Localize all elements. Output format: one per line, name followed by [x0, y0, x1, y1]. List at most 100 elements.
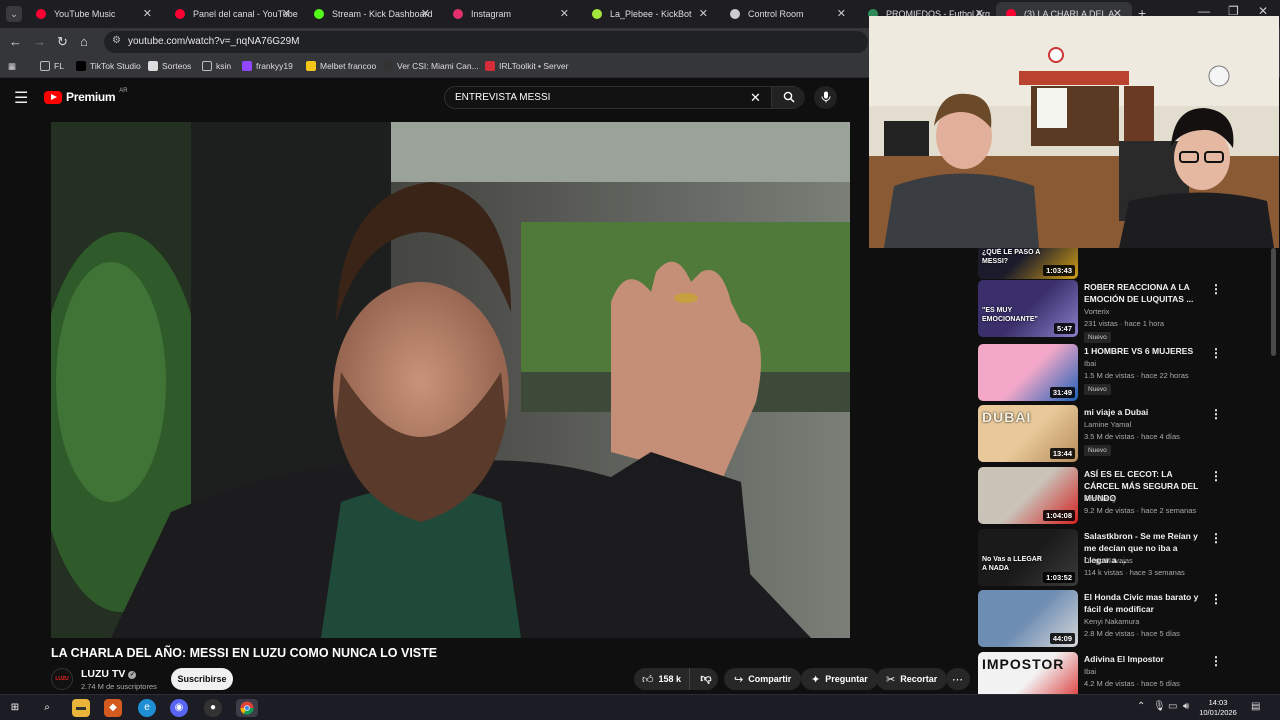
recommendation-title[interactable]: Adivina El Impostor: [1084, 653, 1202, 665]
browser-tab[interactable]: Control Room ✕: [720, 2, 856, 26]
recommendation-item[interactable]: IMPOSTOR Adivina El Impostor Ibai 4.2 M de …: [978, 652, 1268, 694]
more-actions-button[interactable]: ⋯: [946, 668, 970, 690]
recommendation-item[interactable]: No Vas a LLEGAR A NADA 1:03:52 Salastkbron…: [978, 529, 1268, 589]
video-thumbnail[interactable]: 44:09: [978, 590, 1078, 647]
menu-icon[interactable]: ☰: [14, 88, 28, 108]
recommendation-item[interactable]: 44:09 El Honda Civic mas barato y fácil d…: [978, 590, 1268, 650]
sidebar-scrollbar[interactable]: [1271, 248, 1276, 356]
site-info-icon[interactable]: ⚙: [112, 35, 121, 46]
recommendation-channel[interactable]: Ibai: [1084, 667, 1096, 676]
more-options-icon[interactable]: ⋮: [1210, 592, 1222, 606]
edge-browser-icon[interactable]: e: [138, 699, 156, 717]
back-icon[interactable]: ←: [9, 34, 22, 49]
video-thumbnail[interactable]: ¿QUÉ LE PASÓ A MESSI? 1:03:43: [978, 248, 1078, 279]
tab-close-icon[interactable]: ✕: [837, 7, 846, 20]
bookmark-item[interactable]: TikTok Studio: [76, 61, 141, 71]
recommendation-channel-name[interactable]: Ibai: [1084, 359, 1096, 368]
video-thumbnail[interactable]: "ES MUY EMOCIONANTE" 5:47: [978, 280, 1078, 337]
recommendation-item[interactable]: DUBAI 13:44 mi viaje a Dubai Lamine Yamal 3.…: [978, 405, 1268, 465]
forward-icon[interactable]: →: [33, 34, 46, 49]
clip-button[interactable]: ✂ Recortar: [876, 668, 948, 690]
recommendation-title[interactable]: mi viaje a Dubai: [1084, 406, 1202, 418]
video-thumbnail[interactable]: DUBAI 13:44: [978, 405, 1078, 462]
system-clock[interactable]: 14:03 10/01/2026: [1198, 698, 1238, 718]
more-options-icon[interactable]: ⋮: [1210, 531, 1222, 545]
bookmark-item[interactable]: ksin: [202, 61, 231, 71]
brave-browser-icon[interactable]: ◆: [104, 699, 122, 717]
recommendation-channel[interactable]: Diego Navajas: [1084, 556, 1133, 565]
search-taskbar-icon[interactable]: ⌕: [38, 699, 56, 717]
video-thumbnail[interactable]: 1:04:08: [978, 467, 1078, 524]
browser-tab[interactable]: Panel del canal - YouTube ✕: [165, 2, 301, 26]
recommendation-title[interactable]: El Honda Civic mas barato y fácil de mod…: [1084, 591, 1202, 615]
channel-name-text[interactable]: LUZU TV: [81, 668, 125, 680]
chrome-icon[interactable]: [236, 699, 258, 717]
subscribe-button[interactable]: Suscribirse: [171, 668, 233, 690]
reload-icon[interactable]: ↻: [57, 34, 68, 50]
recommendation-channel[interactable]: Ibai: [1084, 359, 1096, 368]
recommendation-channel-name[interactable]: Diego Navajas: [1084, 556, 1133, 565]
like-button[interactable]: 👍︎ 158 k: [634, 668, 690, 690]
video-thumbnail[interactable]: IMPOSTOR: [978, 652, 1078, 694]
ask-button[interactable]: ✦ Preguntar: [801, 668, 878, 690]
video-thumbnail[interactable]: No Vas a LLEGAR A NADA 1:03:52: [978, 529, 1078, 586]
search-button[interactable]: [771, 87, 805, 108]
file-explorer-icon[interactable]: ▬: [72, 699, 90, 717]
search-input[interactable]: ENTREVISTA MESSI: [455, 92, 550, 103]
recommendation-title[interactable]: ROBER REACCIONA A LA EMOCIÓN DE LUQUITAS…: [1084, 281, 1202, 305]
microphone-tray-icon[interactable]: 🎙︎: [1153, 701, 1166, 712]
browser-tab[interactable]: Stream - Kick Dashboard ✕: [304, 2, 440, 26]
bookmark-item[interactable]: FL: [40, 61, 64, 71]
recommendation-item[interactable]: 31:49 1 HOMBRE VS 6 MUJERES Ibai 1.5 M de v…: [978, 344, 1268, 404]
browser-tab[interactable]: Instagram ✕: [443, 2, 579, 26]
recommendation-channel[interactable]: Vorterix: [1084, 307, 1109, 316]
windows-start-icon[interactable]: ⊞: [6, 699, 24, 717]
apps-icon[interactable]: ▦: [8, 61, 16, 72]
search-box[interactable]: ENTREVISTA MESSI ✕: [444, 86, 805, 109]
youtube-logo[interactable]: Premium AR: [44, 88, 128, 104]
discord-icon[interactable]: ◉: [170, 699, 188, 717]
channel-avatar[interactable]: LUZU TV: [51, 668, 73, 702]
obs-icon[interactable]: ●: [204, 699, 222, 717]
browser-tab[interactable]: La_Plebee - KickBot ✕: [582, 2, 718, 26]
tray-chevron-icon[interactable]: ⌃: [1137, 701, 1145, 712]
more-options-icon[interactable]: ⋮: [1210, 407, 1222, 421]
recommendation-channel-name[interactable]: Lamine Yamal: [1084, 420, 1131, 429]
recommendation-item[interactable]: ¿QUÉ LE PASÓ A MESSI?1:03:43Bleck Docs3 …: [978, 248, 1268, 282]
tab-close-icon[interactable]: ✕: [143, 7, 152, 20]
more-options-icon[interactable]: ⋮: [1210, 469, 1222, 483]
recommendation-channel-name[interactable]: Ibai: [1084, 667, 1096, 676]
bookmark-item[interactable]: Melbet francoo: [306, 61, 376, 71]
voice-search-button[interactable]: [814, 86, 837, 109]
recommendation-item[interactable]: "ES MUY EMOCIONANTE" 5:47 ROBER REACCIONA …: [978, 280, 1268, 343]
more-options-icon[interactable]: ⋮: [1210, 346, 1222, 360]
recommendation-channel-name[interactable]: TheGrefg: [1084, 494, 1116, 503]
bookmark-item[interactable]: IRLToolkit • Server: [485, 61, 568, 71]
bookmark-item[interactable]: Sorteos: [148, 61, 191, 71]
tab-close-icon[interactable]: ✕: [699, 7, 708, 20]
recommendation-channel[interactable]: Lamine Yamal: [1084, 420, 1131, 429]
clear-search-icon[interactable]: ✕: [750, 90, 761, 106]
tab-search-button[interactable]: ⌄: [6, 6, 22, 22]
recommendation-channel-name[interactable]: Vorterix: [1084, 307, 1109, 316]
recommendation-channel[interactable]: TheGrefg: [1084, 494, 1116, 503]
video-player[interactable]: [51, 122, 850, 638]
recommendation-title[interactable]: 1 HOMBRE VS 6 MUJERES: [1084, 345, 1202, 357]
dislike-button[interactable]: 👎︎: [694, 668, 718, 690]
notifications-icon[interactable]: ▤: [1251, 701, 1260, 712]
share-button[interactable]: ↪ Compartir: [724, 668, 802, 690]
home-icon[interactable]: ⌂: [80, 34, 88, 49]
bookmark-item[interactable]: Ver CSI: Miami Can...: [383, 61, 479, 71]
volume-icon[interactable]: 🔊︎: [1183, 701, 1189, 712]
recommendation-item[interactable]: 1:04:08 ASÍ ES EL CECOT: LA CÁRCEL MÁS SE…: [978, 467, 1268, 527]
network-icon[interactable]: ▭: [1168, 701, 1177, 712]
tab-close-icon[interactable]: ✕: [282, 7, 291, 20]
bookmark-item[interactable]: frankyy19: [242, 61, 293, 71]
browser-tab[interactable]: YouTube Music ✕: [26, 2, 162, 26]
tab-close-icon[interactable]: ✕: [421, 7, 430, 20]
more-options-icon[interactable]: ⋮: [1210, 282, 1222, 296]
video-thumbnail[interactable]: 31:49: [978, 344, 1078, 401]
address-bar[interactable]: ⚙ youtube.com/watch?v=_nqNA76G29M: [104, 31, 868, 53]
more-options-icon[interactable]: ⋮: [1210, 654, 1222, 668]
recommendation-channel-name[interactable]: Kenyi Nakamura: [1084, 617, 1139, 626]
